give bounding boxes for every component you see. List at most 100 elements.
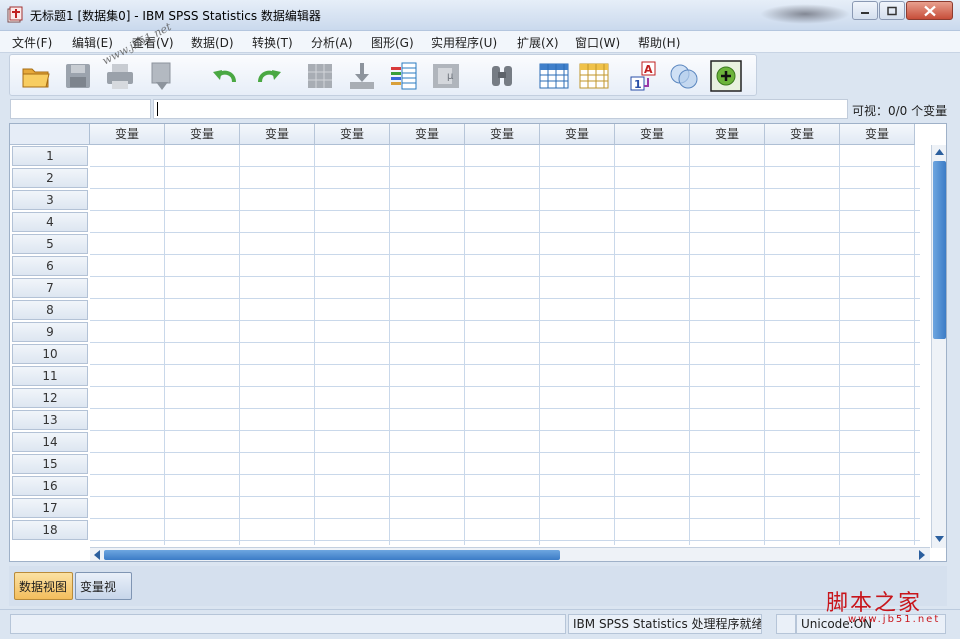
menu-transform[interactable]: 转换(T) [252, 34, 293, 51]
show-all-variables-icon[interactable] [710, 60, 742, 92]
dialog-recall-icon[interactable] [146, 60, 178, 92]
column-header[interactable]: 变量 [615, 124, 690, 145]
insert-cases-icon[interactable] [538, 60, 570, 92]
menu-utilities[interactable]: 实用程序(U) [431, 34, 497, 51]
menu-analyze[interactable]: 分析(A) [311, 34, 353, 51]
view-tab-bar: 数据视图 变量视图 [9, 566, 947, 622]
menu-data[interactable]: 数据(D) [191, 34, 234, 51]
column-header[interactable]: 变量 [690, 124, 765, 145]
text-caret [157, 102, 158, 116]
menu-help[interactable]: 帮助(H) [638, 34, 680, 51]
menu-extensions[interactable]: 扩展(X) [517, 34, 559, 51]
row-header[interactable]: 6 [10, 255, 90, 277]
find-icon[interactable] [486, 60, 518, 92]
scroll-down-icon[interactable] [935, 535, 944, 543]
svg-text:A: A [644, 63, 653, 76]
grid-corner[interactable] [10, 124, 90, 145]
scroll-right-icon[interactable] [918, 550, 926, 560]
column-header[interactable]: 变量 [765, 124, 840, 145]
horizontal-scrollbar[interactable] [90, 547, 930, 561]
menu-window[interactable]: 窗口(W) [575, 34, 620, 51]
row-header[interactable]: 15 [10, 453, 90, 475]
goto-case-icon[interactable] [304, 60, 336, 92]
row-header[interactable]: 13 [10, 409, 90, 431]
column-header[interactable]: 变量 [165, 124, 240, 145]
toolbar: μ A1 [9, 54, 757, 96]
row-number: 18 [12, 520, 88, 540]
undo-icon[interactable] [210, 60, 242, 92]
vertical-scroll-thumb[interactable] [933, 161, 946, 339]
variables-icon[interactable] [388, 60, 420, 92]
row-header[interactable]: 2 [10, 167, 90, 189]
scroll-up-icon[interactable] [935, 148, 944, 156]
site-brand-url: www.jb51.net [848, 614, 941, 625]
row-number: 5 [12, 234, 88, 254]
column-header[interactable]: 变量 [90, 124, 165, 145]
cell-reference-field[interactable] [10, 99, 151, 119]
close-icon [923, 5, 936, 16]
row-header[interactable]: 5 [10, 233, 90, 255]
data-grid: 变量 变量 变量 变量 变量 变量 变量 变量 变量 变量 变量 1 2 3 4 5 6 7 8 9 10 11 12 13… [9, 123, 947, 562]
row-header[interactable]: 7 [10, 277, 90, 299]
save-icon[interactable] [62, 60, 94, 92]
cell-value-field[interactable] [153, 99, 848, 119]
row-header[interactable]: 12 [10, 387, 90, 409]
row-header[interactable]: 17 [10, 497, 90, 519]
menu-graphs[interactable]: 图形(G) [371, 34, 414, 51]
horizontal-scroll-thumb[interactable] [104, 550, 560, 560]
row-number: 14 [12, 432, 88, 452]
menu-edit[interactable]: 编辑(E) [72, 34, 113, 51]
close-button[interactable] [906, 1, 953, 20]
redo-icon[interactable] [252, 60, 284, 92]
column-header[interactable]: 变量 [240, 124, 315, 145]
value-labels-icon[interactable]: A1 [628, 60, 660, 92]
column-header[interactable]: 变量 [840, 124, 915, 145]
row-number: 11 [12, 366, 88, 386]
use-variable-sets-icon[interactable] [668, 60, 700, 92]
column-header[interactable]: 变量 [540, 124, 615, 145]
column-header[interactable]: 变量 [390, 124, 465, 145]
processor-status: IBM SPSS Statistics 处理程序就绪 [568, 614, 762, 634]
status-spacer [776, 614, 796, 634]
row-number: 4 [12, 212, 88, 232]
vertical-scrollbar[interactable] [931, 145, 946, 548]
row-header[interactable]: 18 [10, 519, 90, 541]
row-header[interactable]: 3 [10, 189, 90, 211]
row-header[interactable]: 10 [10, 343, 90, 365]
title-bar: 无标题1 [数据集0] - IBM SPSS Statistics 数据编辑器 [0, 0, 960, 31]
maximize-icon [887, 6, 897, 15]
menu-file[interactable]: 文件(F) [12, 34, 52, 51]
window-title: 无标题1 [数据集0] - IBM SPSS Statistics 数据编辑器 [30, 9, 321, 23]
row-number: 1 [12, 146, 88, 166]
visible-variables-label: 可视：0/0 个变量 [852, 104, 948, 118]
data-cells[interactable] [90, 145, 920, 545]
row-header[interactable]: 16 [10, 475, 90, 497]
row-header[interactable]: 1 [10, 145, 90, 167]
row-number: 2 [12, 168, 88, 188]
row-header[interactable]: 4 [10, 211, 90, 233]
scroll-left-icon[interactable] [93, 550, 101, 560]
column-header[interactable]: 变量 [465, 124, 540, 145]
open-folder-icon[interactable] [20, 60, 52, 92]
row-header[interactable]: 11 [10, 365, 90, 387]
svg-text:μ: μ [447, 71, 454, 82]
row-number: 8 [12, 300, 88, 320]
row-number: 16 [12, 476, 88, 496]
minimize-button[interactable] [852, 1, 878, 20]
row-header[interactable]: 8 [10, 299, 90, 321]
row-header[interactable]: 14 [10, 431, 90, 453]
split-file-icon[interactable] [578, 60, 610, 92]
column-header[interactable]: 变量 [315, 124, 390, 145]
row-number: 10 [12, 344, 88, 364]
tab-variable-view[interactable]: 变量视图 [75, 572, 132, 622]
minimize-icon [861, 11, 869, 14]
row-number: 3 [12, 190, 88, 210]
row-number: 12 [12, 388, 88, 408]
goto-variable-icon[interactable] [346, 60, 378, 92]
row-number: 7 [12, 278, 88, 298]
run-descriptive-icon[interactable]: μ [430, 60, 462, 92]
site-brand-logo: 脚本之家 [826, 591, 923, 616]
maximize-button[interactable] [879, 1, 905, 20]
row-header[interactable]: 9 [10, 321, 90, 343]
tab-data-view[interactable]: 数据视图 [14, 572, 73, 600]
